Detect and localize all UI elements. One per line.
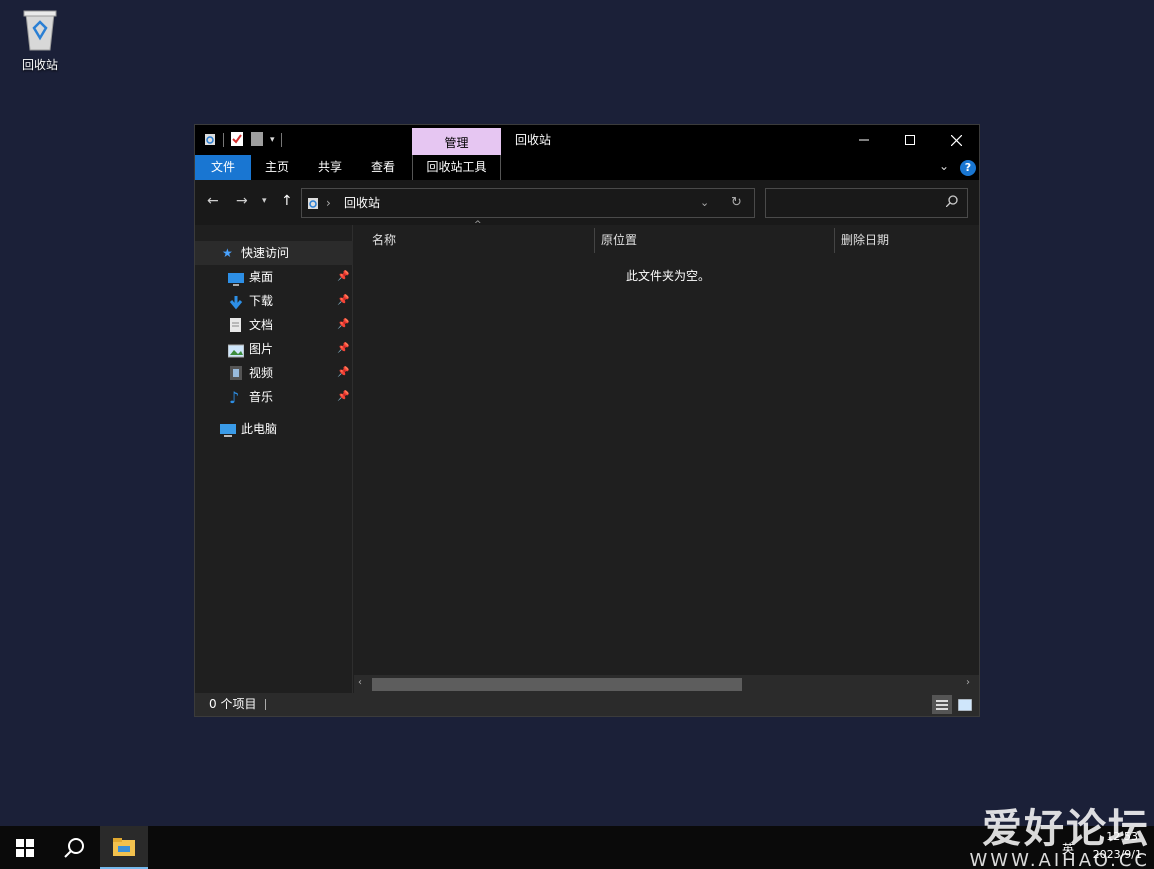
refresh-icon[interactable]: ↻ (731, 189, 742, 217)
search-icon[interactable] (945, 195, 958, 210)
nav-item-pictures[interactable]: 图片 📌 (195, 337, 353, 361)
column-header-date-deleted[interactable]: 删除日期 (841, 228, 889, 253)
navigation-pane: ★ 快速访问 桌面 📌 下载 📌 文档 📌 图片 📌 视频 📌 ♪ 音乐 📌 此… (195, 225, 353, 693)
details-view-icon (936, 699, 948, 710)
nav-item-label: 视频 (249, 366, 274, 380)
qat-dropdown-icon[interactable]: ▾ (270, 135, 275, 145)
tab-home[interactable]: 主页 (255, 155, 299, 180)
qat-separator (223, 133, 224, 147)
column-divider[interactable] (594, 228, 595, 253)
address-bar[interactable]: › 回收站 ⌄ ↻ (301, 188, 755, 218)
scroll-right-icon[interactable]: › (966, 677, 970, 688)
desktop-recycle-bin[interactable]: 回收站 (12, 8, 68, 73)
file-explorer-taskbar-button[interactable] (100, 826, 148, 869)
pin-icon[interactable]: 📌 (337, 265, 349, 289)
document-icon (229, 318, 245, 332)
music-icon: ♪ (229, 388, 240, 407)
ribbon-expand-icon[interactable]: ⌄ (939, 159, 949, 173)
help-icon[interactable]: ? (960, 160, 976, 176)
back-button[interactable]: ← (207, 193, 219, 209)
breadcrumb-chevron-icon: › (326, 196, 331, 210)
tab-recycle-bin-tools[interactable]: 回收站工具 (412, 155, 501, 180)
column-divider[interactable] (834, 228, 835, 253)
new-folder-icon[interactable] (250, 131, 264, 150)
nav-item-music[interactable]: ♪ 音乐 📌 (195, 385, 353, 409)
tab-view[interactable]: 查看 (361, 155, 405, 180)
pictures-icon (227, 342, 245, 358)
scrollbar-thumb[interactable] (372, 678, 742, 691)
forward-button[interactable]: → (236, 193, 248, 209)
tab-file[interactable]: 文件 (195, 155, 251, 180)
watermark-title: 爱好论坛 (982, 805, 1150, 852)
pin-icon[interactable]: 📌 (337, 385, 349, 409)
desktop-recycle-bin-label: 回收站 (21, 58, 58, 72)
address-path[interactable]: 回收站 (344, 189, 380, 217)
watermark: 爱好论坛 WWW.AIHAO.CC (958, 796, 1150, 869)
recycle-bin-address-icon (306, 196, 320, 213)
search-taskbar-button[interactable] (50, 826, 98, 869)
title-bar[interactable]: ▾ 管理 回收站 (195, 125, 979, 155)
quick-access-toolbar: ▾ (203, 131, 282, 149)
nav-item-desktop[interactable]: 桌面 📌 (195, 265, 353, 289)
maximize-button[interactable] (887, 125, 933, 155)
recent-locations-icon[interactable]: ▾ (262, 196, 267, 206)
video-icon (229, 366, 245, 380)
nav-item-documents[interactable]: 文档 📌 (195, 313, 353, 337)
file-list[interactable]: ^ 名称 原位置 删除日期 此文件夹为空。 (354, 220, 979, 693)
details-view-button[interactable] (932, 695, 952, 714)
tab-share[interactable]: 共享 (308, 155, 352, 180)
watermark-url: WWW.AIHAO.CC (969, 850, 1150, 869)
large-icons-view-icon (958, 698, 972, 711)
horizontal-scrollbar[interactable]: ‹ › (354, 675, 979, 693)
sort-ascending-icon: ^ (474, 220, 482, 230)
explorer-window: ▾ 管理 回收站 文件 主页 共享 查看 回收站工具 ⌄ ? ← → ▾ ↑ ›… (194, 124, 980, 717)
empty-folder-message: 此文件夹为空。 (626, 269, 711, 283)
address-dropdown-icon[interactable]: ⌄ (700, 189, 709, 217)
nav-item-label: 桌面 (249, 270, 274, 284)
column-header-original-location[interactable]: 原位置 (601, 228, 637, 253)
search-box[interactable] (765, 188, 968, 218)
nav-item-videos[interactable]: 视频 📌 (195, 361, 353, 385)
star-icon: ★ (222, 246, 233, 260)
desktop-icon (228, 270, 244, 286)
folder-icon (113, 837, 135, 856)
nav-item-downloads[interactable]: 下载 📌 (195, 289, 353, 313)
column-header-name[interactable]: 名称 (372, 228, 396, 253)
start-button[interactable] (0, 826, 50, 869)
qat-separator (280, 133, 282, 147)
nav-item-label: 图片 (249, 342, 274, 356)
computer-icon (220, 422, 236, 437)
ribbon-tabs: 文件 主页 共享 查看 回收站工具 ⌄ ? (195, 155, 979, 180)
item-count: 0 个项目 (209, 697, 257, 711)
recycle-bin-icon (20, 8, 60, 52)
nav-quick-access[interactable]: ★ 快速访问 (195, 241, 353, 265)
pin-icon[interactable]: 📌 (337, 289, 349, 313)
download-icon (228, 294, 244, 310)
properties-icon[interactable] (230, 131, 244, 150)
windows-logo-icon (16, 838, 34, 857)
up-button[interactable]: ↑ (281, 193, 293, 209)
status-bar: 0 个项目 (195, 693, 979, 716)
status-separator (265, 699, 266, 710)
tab-manage[interactable]: 管理 (412, 128, 501, 155)
search-input[interactable] (770, 193, 940, 213)
nav-item-label: 文档 (249, 318, 274, 332)
nav-this-pc-label: 此电脑 (241, 422, 278, 436)
pin-icon[interactable]: 📌 (337, 361, 349, 385)
pin-icon[interactable]: 📌 (337, 337, 349, 361)
nav-item-label: 音乐 (249, 390, 274, 404)
close-button[interactable] (933, 125, 979, 155)
pin-icon[interactable]: 📌 (337, 313, 349, 337)
large-icons-view-button[interactable] (955, 695, 975, 714)
recycle-bin-small-icon (203, 132, 217, 149)
nav-quick-access-label: 快速访问 (241, 246, 290, 260)
search-icon (64, 837, 84, 858)
window-title: 回收站 (515, 133, 552, 147)
nav-this-pc[interactable]: 此电脑 (195, 417, 353, 441)
minimize-button[interactable] (841, 125, 887, 155)
scroll-left-icon[interactable]: ‹ (358, 677, 362, 688)
nav-item-label: 下载 (249, 294, 274, 308)
address-bar-area: ← → ▾ ↑ › 回收站 ⌄ ↻ (195, 180, 979, 225)
